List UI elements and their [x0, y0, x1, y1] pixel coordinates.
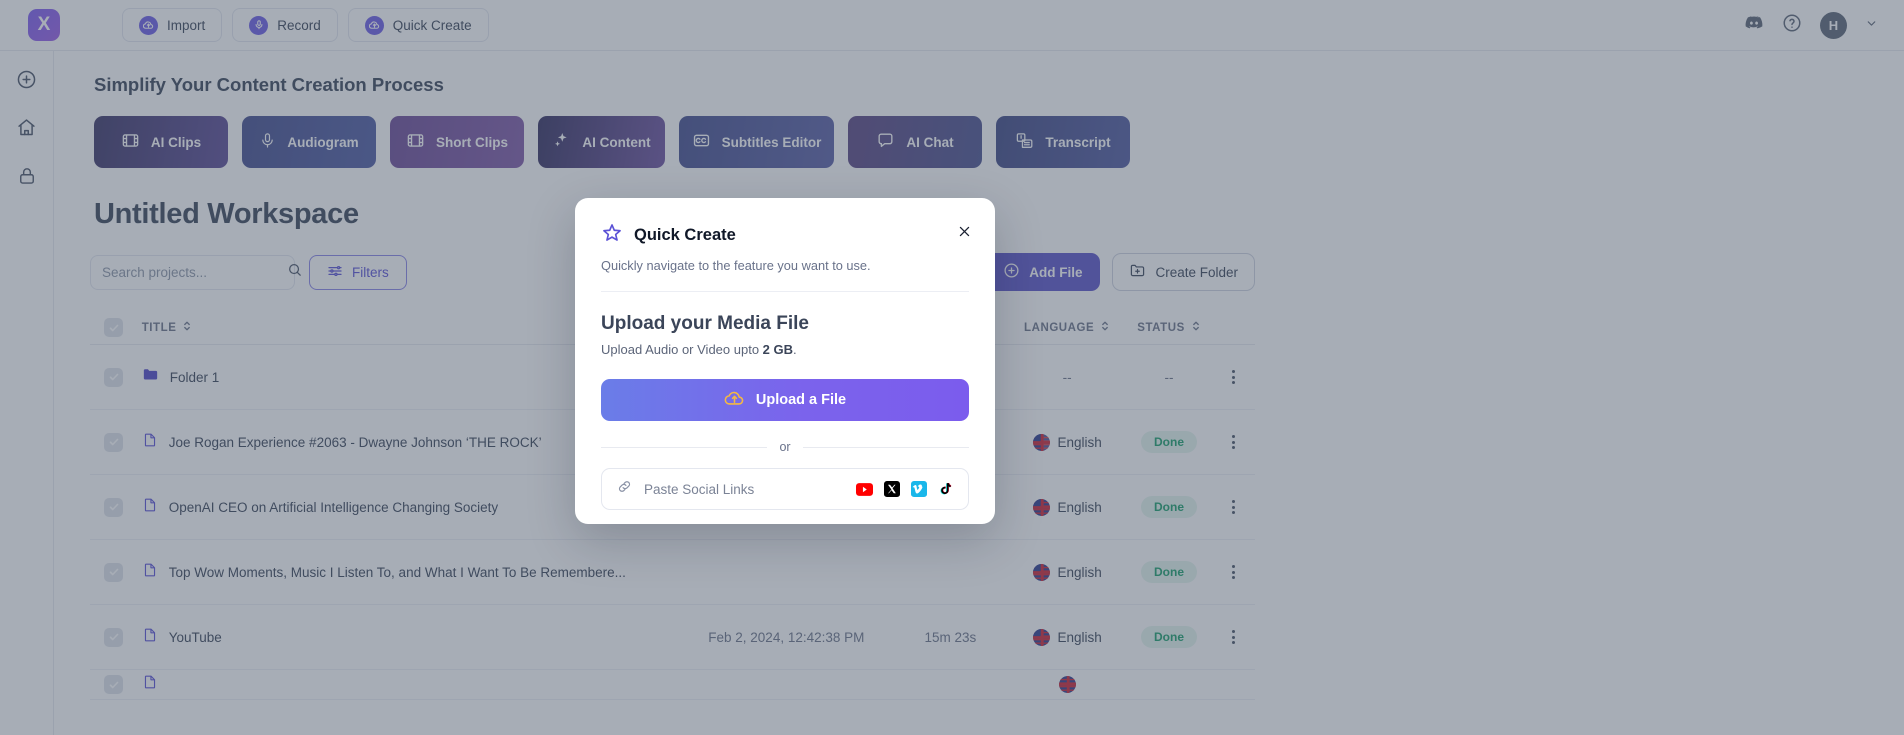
modal-divider — [601, 291, 969, 292]
or-label: or — [779, 440, 791, 454]
modal-title: Quick Create — [634, 226, 736, 244]
modal-header: Quick Create — [601, 222, 969, 249]
tiktok-icon[interactable] — [937, 481, 954, 498]
upload-subtext-suffix: . — [793, 342, 797, 357]
divider-right — [802, 446, 969, 448]
upload-heading: Upload your Media File — [601, 313, 809, 334]
vimeo-icon[interactable] — [910, 481, 927, 498]
cloud-upload-icon — [724, 388, 745, 413]
paste-social-links-input[interactable]: Paste Social Links — [601, 468, 969, 510]
upload-a-file-label: Upload a File — [755, 392, 847, 408]
social-icon-list — [856, 481, 954, 498]
or-separator: or — [601, 440, 969, 454]
upload-subtext: Upload Audio or Video upto 2 GB. — [601, 342, 969, 357]
close-icon[interactable] — [953, 220, 975, 242]
star-icon — [601, 222, 623, 249]
divider-left — [601, 446, 768, 448]
link-icon — [616, 478, 633, 500]
modal-subtitle: Quickly navigate to the feature you want… — [601, 258, 871, 273]
upload-size-limit: 2 GB — [762, 342, 794, 357]
quick-create-modal: Quick Create Quickly navigate to the fea… — [575, 198, 995, 524]
upload-a-file-button[interactable]: Upload a File — [601, 379, 969, 421]
app-root: X Import Record Quick Create H Simplify … — [0, 0, 1904, 735]
upload-subtext-prefix: Upload Audio or Video upto — [601, 342, 763, 357]
social-links-placeholder: Paste Social Links — [644, 481, 755, 497]
x-twitter-icon[interactable] — [883, 481, 900, 498]
youtube-icon[interactable] — [856, 481, 873, 498]
